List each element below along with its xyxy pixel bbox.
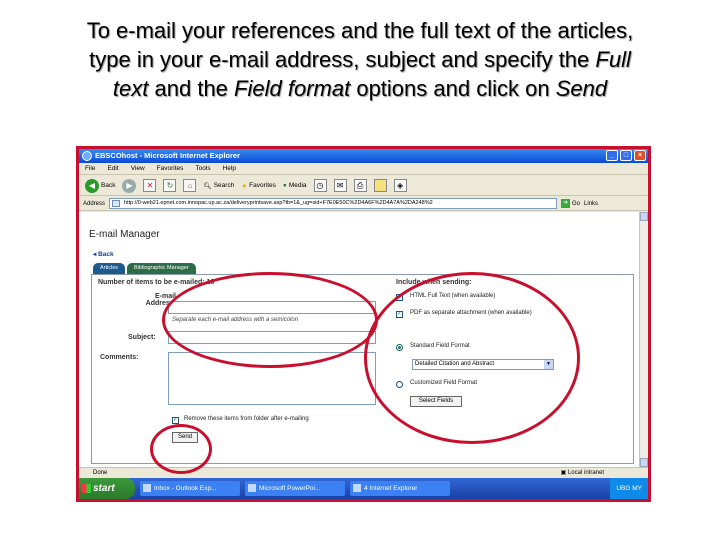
caption-line-3: text and the Field format options and cl… — [112, 76, 608, 101]
ie-icon — [82, 151, 92, 161]
menu-tools[interactable]: Tools — [195, 163, 210, 174]
menu-bar: File Edit View Favorites Tools Help — [79, 163, 648, 175]
search-icon: 🔍︎ — [203, 182, 212, 190]
address-input[interactable]: http://0-web21.epnet.com.innopac.up.ac.z… — [109, 198, 558, 209]
tab-articles[interactable]: Articles — [93, 263, 126, 274]
status-text: Done — [93, 470, 108, 476]
links-label[interactable]: Links — [584, 197, 598, 211]
tab-bar: Articles Bibliographic Manager — [93, 263, 196, 274]
intranet-icon: ▣ — [560, 470, 567, 476]
taskbar: start Inbox - Outlook Exp... Microsoft P… — [79, 478, 648, 499]
menu-view[interactable]: View — [131, 163, 145, 174]
vertical-scrollbar[interactable] — [639, 212, 648, 467]
browser-toolbar: ◀ Back ▶ ✕ ↻ ⌂ 🔍︎ Search ★ Favorites ● M… — [79, 176, 648, 196]
scroll-up-button[interactable] — [640, 212, 648, 221]
comments-label: Comments: — [100, 354, 139, 361]
address-bar: Address http://0-web21.epnet.com.innopac… — [79, 197, 648, 211]
minimize-button[interactable]: _ — [606, 150, 618, 161]
window-title: EBSCOhost - Microsoft Internet Explorer — [95, 151, 241, 160]
menu-favorites[interactable]: Favorites — [157, 163, 184, 174]
history-button[interactable]: ◷ — [313, 179, 327, 192]
home-button[interactable]: ⌂ — [183, 179, 197, 192]
start-button[interactable]: start — [79, 478, 135, 499]
address-label: Address — [83, 200, 106, 207]
annotation-circle-send — [150, 424, 212, 474]
close-button[interactable]: × — [634, 150, 646, 161]
media-button[interactable]: ● Media — [283, 182, 307, 189]
favorites-button[interactable]: ★ Favorites — [241, 182, 276, 190]
go-button[interactable]: ➜ Go — [561, 197, 580, 211]
messenger-button[interactable]: ◈ — [393, 179, 407, 192]
back-arrow-icon: ◀ — [85, 178, 99, 193]
search-button[interactable]: 🔍︎ Search — [203, 182, 234, 190]
stop-button[interactable]: ✕ — [143, 179, 157, 192]
slide-caption: To e-mail your references and the full t… — [8, 16, 712, 103]
forward-button[interactable]: ▶ — [122, 178, 137, 193]
page-icon — [112, 200, 121, 207]
mail-button[interactable]: ✉ — [333, 179, 347, 192]
subject-label: Subject: — [128, 334, 156, 341]
media-icon: ● — [282, 182, 287, 189]
menu-file[interactable]: File — [85, 163, 95, 174]
star-icon: ★ — [241, 182, 248, 190]
print-button[interactable]: ⎙ — [353, 179, 367, 192]
menu-edit[interactable]: Edit — [107, 163, 118, 174]
annotation-circle-email — [162, 272, 378, 368]
remove-items-checkbox[interactable]: ✓ — [172, 417, 179, 424]
back-link-icon: ◂ — [93, 251, 97, 258]
menu-help[interactable]: Help — [223, 163, 236, 174]
caption-line-1: To e-mail your references and the full t… — [86, 18, 634, 43]
scroll-down-button[interactable] — [640, 458, 648, 467]
caption-line-2: type in your e-mail address, subject and… — [89, 47, 631, 72]
back-button[interactable]: ◀ Back — [85, 178, 115, 193]
remove-items-label: Remove these items from folder after e-m… — [184, 416, 309, 422]
task-outlook[interactable]: Inbox - Outlook Exp... — [140, 481, 240, 496]
go-arrow-icon: ➜ — [561, 199, 571, 208]
annotation-circle-options — [364, 272, 580, 444]
page-title: E-mail Manager — [89, 229, 160, 240]
task-internet-explorer[interactable]: 4 Internet Explorer — [350, 481, 450, 496]
back-link[interactable]: ◂ Back — [93, 250, 114, 258]
system-tray: UBG MY — [610, 478, 648, 499]
refresh-button[interactable]: ↻ — [163, 179, 177, 192]
window-titlebar: EBSCOhost - Microsoft Internet Explorer … — [79, 149, 648, 163]
windows-logo-icon — [82, 484, 91, 493]
folder-button[interactable] — [373, 179, 387, 192]
tab-bibliographic-manager[interactable]: Bibliographic Manager — [127, 263, 196, 274]
maximize-button[interactable]: □ — [620, 150, 632, 161]
task-powerpoint[interactable]: Microsoft PowerPoi... — [245, 481, 345, 496]
